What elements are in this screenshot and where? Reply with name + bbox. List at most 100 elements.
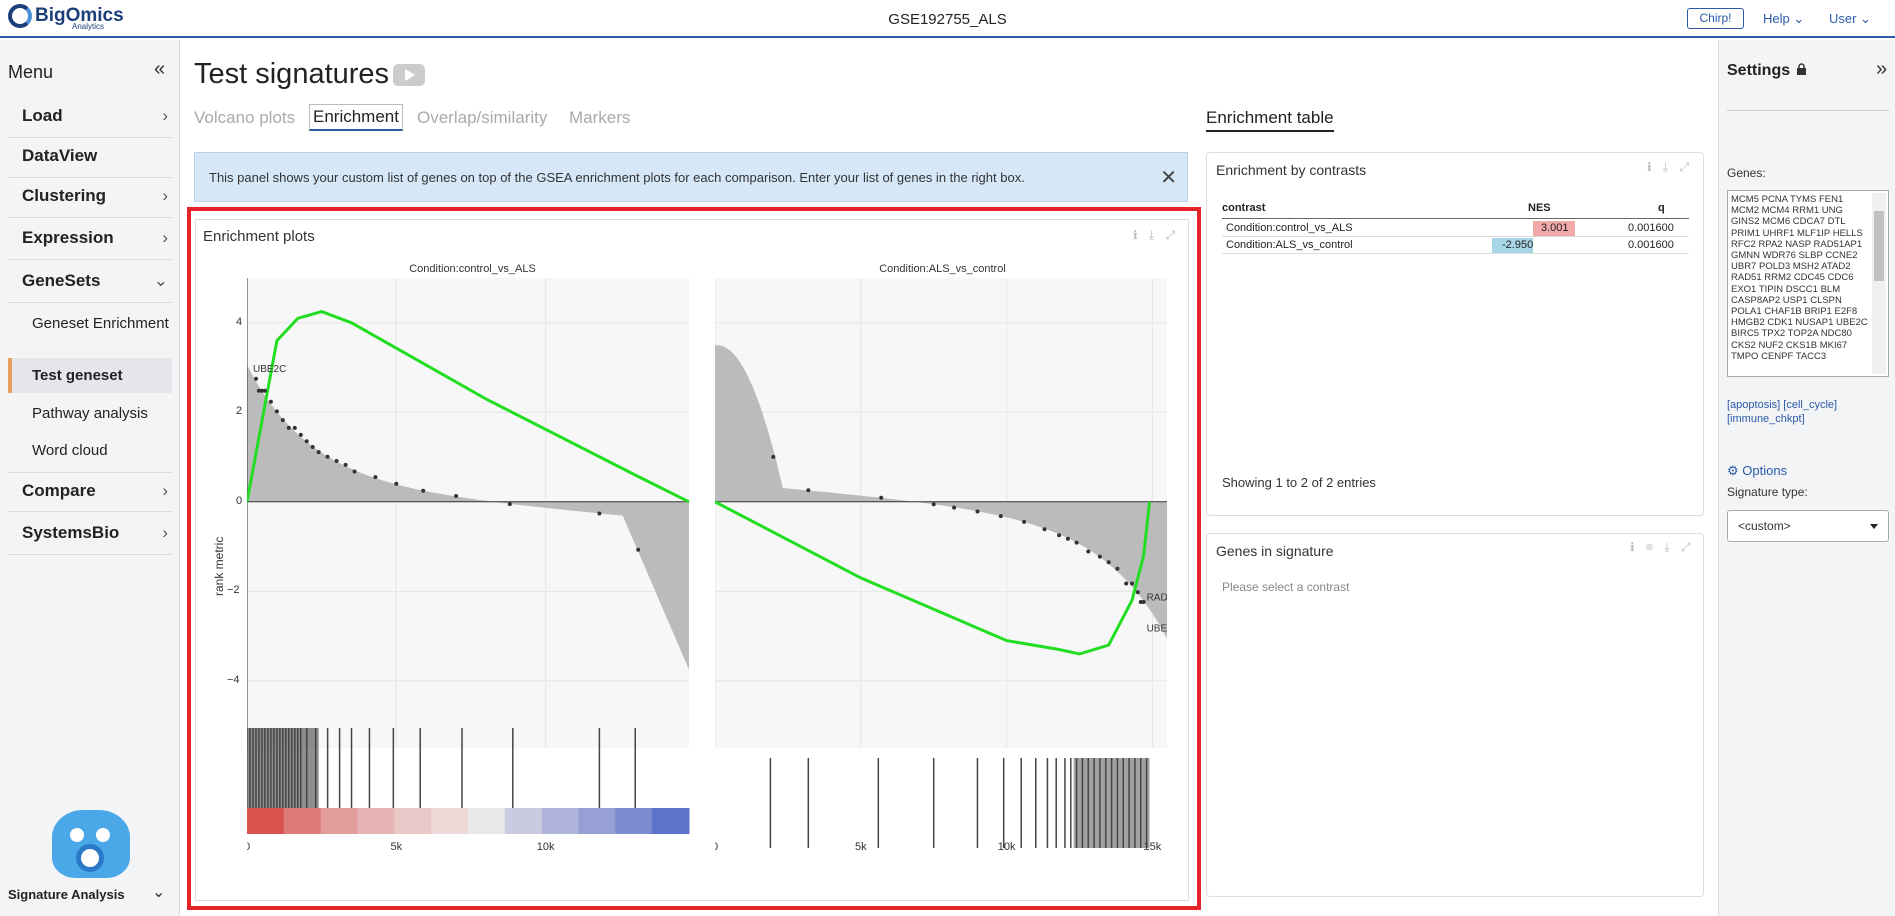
lock-icon[interactable] [1796, 63, 1807, 75]
x-tick-label: 15k [1144, 841, 1162, 853]
sidebar-item-compare[interactable]: Compare › [8, 472, 172, 512]
gene-point [1022, 519, 1027, 524]
y-tick-label: 0 [236, 494, 243, 507]
gene-point [292, 425, 297, 430]
gene-point [352, 469, 357, 474]
color-gradient-bar [431, 808, 469, 834]
sidebar-subitem-test-geneset[interactable]: Test geneset [8, 358, 172, 393]
chirp-button[interactable]: Chirp! [1687, 8, 1744, 29]
banner-text: This panel shows your custom list of gen… [209, 170, 1025, 185]
color-gradient-bar [468, 808, 506, 834]
color-gradient-bar [615, 808, 653, 834]
gene-point [1106, 560, 1111, 565]
sidebar-item-systemsbio[interactable]: SystemsBio › [8, 515, 172, 555]
gene-point [325, 454, 330, 459]
y-tick-label: −4 [227, 673, 240, 686]
info-banner: This panel shows your custom list of gen… [194, 152, 1188, 202]
chevron-down-icon[interactable]: ⌄ [152, 882, 165, 902]
help-menu[interactable]: Help ⌄ [1763, 11, 1804, 27]
plot2-title: Condition:ALS_vs_control [879, 263, 1006, 275]
y-tick-label: 4 [236, 315, 243, 328]
tab-markers[interactable]: Markers [569, 108, 630, 128]
enrichment-plot-als-vs-control: UBE2C RAD51AP1 0 5k 10k 15k [715, 278, 1167, 853]
gene-point [806, 488, 811, 493]
gene-point [286, 425, 291, 430]
tab-volcano-plots[interactable]: Volcano plots [194, 108, 295, 128]
y-axis-label: rank metric [212, 536, 226, 596]
gene-point [952, 505, 957, 510]
sidebar-item-genesets[interactable]: GeneSets ⌄ [8, 263, 172, 303]
card-toolbar-icons[interactable]: ℹ ⤓ ⤢ [1647, 160, 1693, 175]
collapse-settings-icon[interactable]: » [1876, 58, 1887, 81]
gene-point [316, 450, 321, 455]
sidebar-subitem-pathway-analysis[interactable]: Pathway analysis [8, 405, 172, 422]
sidebar-subitem-word-cloud[interactable]: Word cloud [8, 442, 172, 459]
gene-point [304, 439, 309, 444]
color-gradient-bar [247, 808, 285, 834]
gene-point [280, 418, 285, 423]
sidebar-item-dataview[interactable]: DataView [8, 138, 172, 178]
tab-enrichment[interactable]: Enrichment [309, 104, 403, 131]
chevron-down-icon: ⌄ [153, 271, 168, 290]
card-title: Genes in signature [1216, 543, 1334, 559]
gene-point [1124, 581, 1129, 586]
gene-set-cell-cycle-link[interactable]: [cell_cycle] [1783, 399, 1837, 411]
column-nes[interactable]: NES [1528, 202, 1551, 214]
sidebar-item-clustering[interactable]: Clustering › [8, 178, 172, 218]
gene-point [998, 514, 1003, 519]
gene-point [1135, 590, 1140, 595]
color-gradient-bar [578, 808, 616, 834]
gene-point [931, 502, 936, 507]
scrollbar[interactable] [1872, 193, 1886, 374]
barcode-dense-block [1073, 758, 1150, 848]
options-link[interactable]: ⚙ Options [1727, 463, 1787, 479]
plot1-title: Condition:control_vs_ALS [409, 263, 536, 275]
x-tick-label: 0 [715, 841, 718, 853]
card-toolbar-icons[interactable]: ℹ ≡ ⤓ ⤢ [1630, 540, 1694, 555]
card-title: Enrichment by contrasts [1216, 162, 1367, 178]
x-tick-label: 10k [998, 841, 1016, 853]
gene-set-apoptosis-link[interactable]: [apoptosis] [1727, 399, 1780, 411]
chevron-right-icon: › [162, 523, 168, 542]
chevron-right-icon: › [162, 106, 168, 125]
gene-set-links: [apoptosis] [cell_cycle] [immune_chkpt] [1727, 398, 1837, 426]
row-q: 0.001600 [1628, 239, 1674, 251]
sidebar-item-expression[interactable]: Expression › [8, 220, 172, 260]
signature-type-label: Signature type: [1727, 485, 1808, 499]
top-bar: BigOmics Analytics GSE192755_ALS Chirp! … [0, 0, 1895, 38]
gene-point [771, 454, 776, 459]
menu-title: Menu [8, 62, 54, 82]
tab-enrichment-table[interactable]: Enrichment table [1206, 108, 1334, 132]
collapse-sidebar-icon[interactable]: « [154, 58, 165, 81]
module-footer-label[interactable]: Signature Analysis [8, 887, 125, 902]
gene-point [597, 511, 602, 516]
gene-set-immune-chkpt-link[interactable]: [immune_chkpt] [1727, 413, 1805, 425]
signature-type-select[interactable]: <custom> [1727, 510, 1889, 542]
card-toolbar-icons[interactable]: ℹ ⤓ ⤢ [1133, 228, 1179, 243]
gene-point [334, 459, 339, 463]
color-gradient-bar [320, 808, 358, 834]
x-tick-label: 5k [855, 841, 867, 853]
user-menu[interactable]: User ⌄ [1829, 11, 1871, 27]
gene-point [268, 399, 273, 404]
tab-overlap-similarity[interactable]: Overlap/similarity [417, 108, 547, 128]
gene-point [879, 495, 884, 500]
sidebar-item-load[interactable]: Load › [8, 98, 172, 138]
gene-point [1130, 581, 1134, 586]
gene-point [1086, 549, 1091, 554]
gene-point [274, 409, 279, 414]
video-play-icon[interactable] [393, 64, 425, 86]
sidebar-subitem-geneset-enrichment[interactable]: Geneset Enrichment [8, 316, 172, 332]
genes-textarea[interactable]: MCM5 PCNA TYMS FEN1 MCM2 MCM4 RRM1 UNG G… [1727, 190, 1889, 377]
column-q[interactable]: q [1658, 202, 1665, 214]
close-icon[interactable]: ✕ [1160, 165, 1177, 190]
gene-point [1097, 554, 1102, 559]
gene-point [254, 376, 258, 381]
dataset-name: GSE192755_ALS [888, 11, 1007, 28]
gene-point [394, 481, 399, 486]
gene-label-rad51ap1: RAD51AP1 [1147, 592, 1167, 603]
table-info: Showing 1 to 2 of 2 entries [1222, 475, 1376, 490]
gene-point [1042, 527, 1047, 532]
column-contrast[interactable]: contrast [1222, 202, 1265, 214]
gene-point [1065, 536, 1070, 541]
